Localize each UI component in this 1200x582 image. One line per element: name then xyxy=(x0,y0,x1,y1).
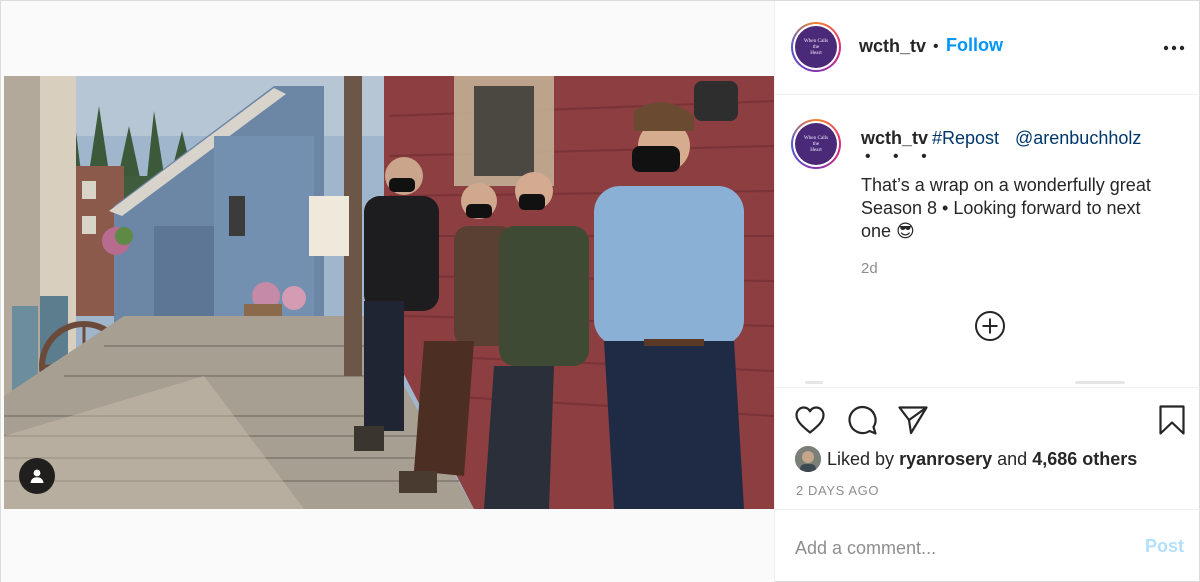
post-header: When Calls the Heart wcth_tv • Follow xyxy=(775,1,1200,95)
header-separator: • xyxy=(933,38,939,55)
bookmark-icon xyxy=(1159,405,1185,435)
caption-mention[interactable]: @arenbuchholz xyxy=(1015,128,1141,149)
caption-author-avatar[interactable]: When Calls the Heart xyxy=(791,119,841,169)
load-more-comments-button[interactable] xyxy=(974,310,1006,342)
more-options-button[interactable] xyxy=(1161,35,1187,61)
next-comment-peek xyxy=(805,381,1125,384)
post-sidebar: When Calls the Heart wcth_tv • Follow Wh… xyxy=(774,1,1200,582)
liker-username[interactable]: ryanrosery xyxy=(899,449,992,469)
speech-bubble-icon xyxy=(848,406,877,435)
save-button[interactable] xyxy=(1155,403,1189,437)
comment-input[interactable] xyxy=(795,535,1125,561)
post-date[interactable]: 2 DAYS AGO xyxy=(796,483,879,498)
follow-button[interactable]: Follow xyxy=(946,35,1003,56)
comments-section: When Calls the Heart wcth_tv #Repost @ar… xyxy=(775,96,1200,386)
author-avatar[interactable]: When Calls the Heart xyxy=(791,22,841,72)
photo-illustration xyxy=(4,76,774,509)
likes-summary: Liked by ryanrosery and 4,686 others xyxy=(795,446,1137,472)
liker-avatar[interactable] xyxy=(795,446,821,472)
caption-dots: • • • xyxy=(865,148,936,165)
caption-timestamp[interactable]: 2d xyxy=(861,260,878,277)
caption-username[interactable]: wcth_tv xyxy=(861,128,928,149)
heart-icon xyxy=(795,406,825,434)
like-button[interactable] xyxy=(793,403,827,437)
caption-text: That’s a wrap on a wonderfully great Sea… xyxy=(861,175,1151,241)
more-horizontal-icon xyxy=(1163,45,1185,51)
post-comment-button[interactable]: Post xyxy=(1145,536,1184,557)
user-silhouette-icon xyxy=(30,469,44,483)
share-button[interactable] xyxy=(896,403,930,437)
author-username[interactable]: wcth_tv xyxy=(859,36,926,57)
paper-plane-icon xyxy=(898,406,928,435)
likes-text: Liked by ryanrosery and 4,686 others xyxy=(827,448,1138,469)
caption-hashtag[interactable]: #Repost xyxy=(932,128,999,149)
post-photo[interactable] xyxy=(4,76,774,509)
plus-circle-icon xyxy=(975,311,1005,341)
comment-form: Post xyxy=(775,509,1200,582)
liker-photo xyxy=(795,446,821,472)
post-actions: Liked by ryanrosery and 4,686 others 2 D… xyxy=(775,387,1200,582)
tagged-users-button[interactable] xyxy=(19,458,55,494)
instagram-post-modal: When Calls the Heart wcth_tv • Follow Wh… xyxy=(0,0,1200,582)
media-pane xyxy=(1,1,774,582)
likes-count-link[interactable]: 4,686 others xyxy=(1032,449,1137,469)
comment-button[interactable] xyxy=(845,403,879,437)
when-calls-the-heart-logo: When Calls the Heart xyxy=(795,26,837,68)
when-calls-the-heart-logo: When Calls the Heart xyxy=(795,123,837,165)
